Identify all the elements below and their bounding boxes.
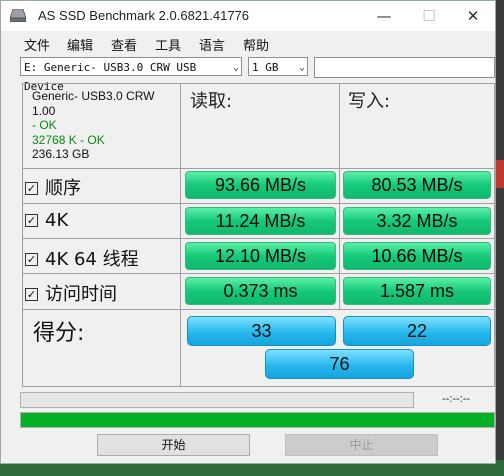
- access-time-write-value: 1.587 ms: [343, 277, 491, 305]
- start-button[interactable]: 开始: [97, 434, 250, 456]
- abort-button[interactable]: 中止: [285, 434, 438, 456]
- device-name: Generic- USB3.0 CRW: [32, 89, 155, 103]
- 4k-write-value: 3.32 MB/s: [343, 207, 491, 235]
- write-score: 22: [343, 316, 491, 346]
- access-time-read-value: 0.373 ms: [185, 277, 336, 305]
- test-row-access-time[interactable]: ✓ 访问时间: [25, 280, 117, 306]
- grid-divider: [339, 83, 340, 310]
- grid-divider: [180, 83, 181, 387]
- background-red-block: [496, 160, 504, 188]
- checkbox-checked-icon[interactable]: ✓: [25, 182, 38, 195]
- grid-divider: [22, 273, 495, 274]
- menu-view[interactable]: 查看: [111, 35, 137, 54]
- chevron-down-icon: ⌄: [298, 62, 305, 73]
- sequential-read-value: 93.66 MB/s: [185, 171, 336, 199]
- close-button[interactable]: ✕: [450, 1, 496, 31]
- size-select[interactable]: 1 GB ⌄: [248, 57, 308, 76]
- minimize-button[interactable]: —: [361, 1, 407, 31]
- row-label: 4K: [45, 210, 69, 231]
- drive-select[interactable]: E: Generic- USB3.0 CRW USB Device ⌄: [20, 57, 242, 93]
- row-label: 访问时间: [45, 284, 117, 305]
- menu-language[interactable]: 语言: [199, 35, 225, 54]
- chevron-down-icon: ⌄: [232, 62, 239, 73]
- device-driver-status: - OK: [32, 118, 57, 132]
- notes-input[interactable]: [314, 57, 495, 78]
- menu-help[interactable]: 帮助: [243, 35, 269, 54]
- test-row-4k-64-threads[interactable]: ✓ 4K 64 线程: [25, 245, 139, 271]
- write-column-header: 写入:: [348, 91, 391, 112]
- read-score: 33: [187, 316, 336, 346]
- grid-divider: [22, 309, 495, 310]
- 4k-read-value: 11.24 MB/s: [185, 207, 336, 235]
- test-row-4k[interactable]: ✓ 4K: [25, 210, 68, 231]
- device-info: Generic- USB3.0 CRW 1.00 - OK 32768 K - …: [32, 89, 154, 162]
- size-select-value: 1 GB: [252, 61, 279, 74]
- sequential-write-value: 80.53 MB/s: [343, 171, 491, 199]
- grid-divider: [22, 238, 495, 239]
- grid-divider: [22, 203, 495, 204]
- menu-bar: 文件 编辑 查看 工具 语言 帮助: [1, 32, 495, 54]
- device-capacity: 236.13 GB: [32, 147, 90, 161]
- background-window-edge: [496, 0, 504, 476]
- drive-icon: [10, 9, 26, 22]
- window-title: AS SSD Benchmark 2.0.6821.41776: [38, 8, 250, 23]
- device-alignment-status: 32768 K - OK: [32, 132, 105, 147]
- checkbox-checked-icon[interactable]: ✓: [25, 253, 38, 266]
- 4k64-read-value: 12.10 MB/s: [185, 242, 336, 270]
- overall-progress-bar: [20, 412, 495, 428]
- menu-file[interactable]: 文件: [24, 35, 50, 54]
- app-window: AS SSD Benchmark 2.0.6821.41776 — ☐ ✕ 文件…: [0, 0, 496, 464]
- menu-tools[interactable]: 工具: [155, 35, 181, 54]
- score-label: 得分:: [33, 321, 85, 346]
- test-progress-bar: [20, 392, 414, 408]
- grid-divider: [22, 168, 495, 169]
- elapsed-timer: --:--:--: [442, 393, 471, 405]
- overall-progress-fill: [21, 413, 494, 427]
- row-label: 顺序: [45, 178, 81, 199]
- device-firmware: 1.00: [32, 103, 56, 118]
- title-bar: AS SSD Benchmark 2.0.6821.41776 — ☐ ✕: [1, 1, 495, 31]
- test-row-sequential[interactable]: ✓ 顺序: [25, 174, 81, 200]
- row-label: 4K 64 线程: [45, 249, 139, 270]
- checkbox-checked-icon[interactable]: ✓: [25, 288, 38, 301]
- read-column-header: 读取:: [190, 91, 233, 112]
- maximize-button[interactable]: ☐: [406, 1, 452, 31]
- checkbox-checked-icon[interactable]: ✓: [25, 214, 38, 227]
- toolbar: E: Generic- USB3.0 CRW USB Device ⌄ 1 GB…: [1, 57, 495, 93]
- menu-edit[interactable]: 编辑: [67, 35, 93, 54]
- total-score: 76: [265, 349, 414, 379]
- 4k64-write-value: 10.66 MB/s: [343, 242, 491, 270]
